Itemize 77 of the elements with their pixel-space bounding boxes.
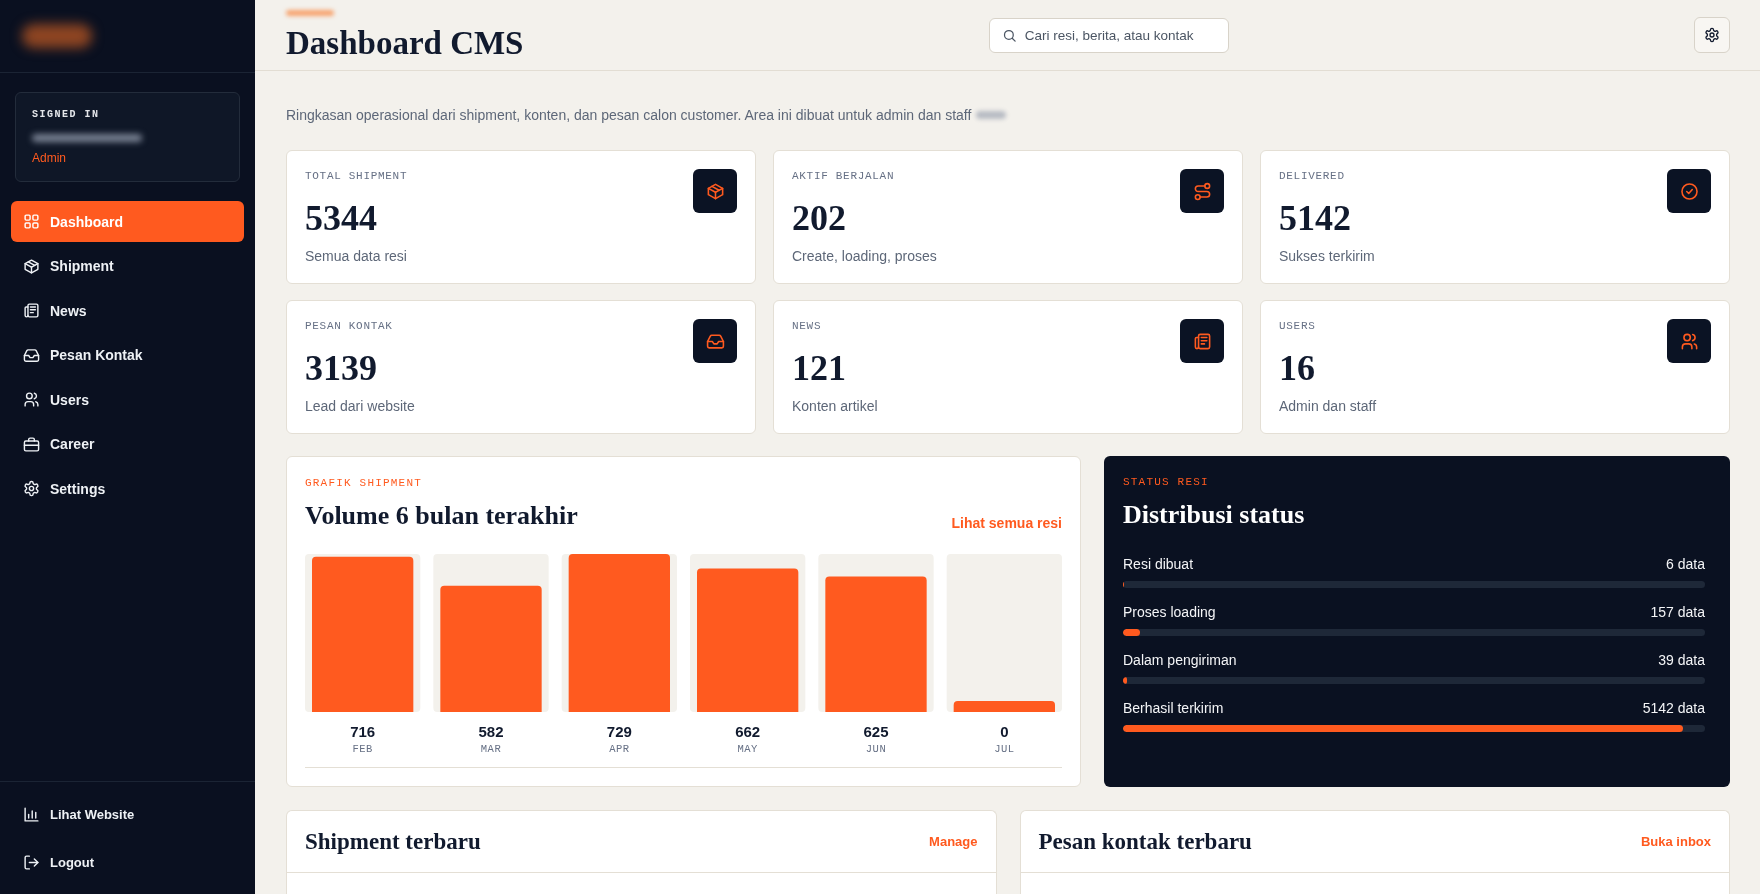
bar-value: 582 <box>478 722 504 742</box>
nav-item[interactable]: Users <box>11 379 244 420</box>
intro-text: Ringkasan operasional dari shipment, konten, dan pesan calon customer. Area ini dibuat untuk admin dan staff <box>286 106 972 125</box>
panel-title: Pesan kontak terbaru <box>1038 827 1252 856</box>
inbox-icon <box>693 319 737 363</box>
status-count: 5142 data <box>1642 699 1705 718</box>
month-label: MAY <box>737 742 758 756</box>
panel-title: Shipment terbaru <box>305 827 481 856</box>
newspaper-icon <box>23 302 40 319</box>
stat-label: PESAN KONTAK <box>305 319 393 334</box>
stat-label: USERS <box>1279 319 1316 334</box>
package-icon <box>693 169 737 213</box>
settings-icon <box>23 480 40 497</box>
stat-caption: Admin dan staff <box>1279 397 1377 416</box>
card-title: Volume 6 bulan terakhir <box>305 500 578 532</box>
nav-item[interactable]: Career <box>11 423 244 465</box>
grid-icon <box>23 213 40 230</box>
stat-value: 5142 <box>1279 198 1351 238</box>
search-field[interactable]: Cari resi, berita, atau kontak <box>988 17 1229 53</box>
blurred-logo <box>22 24 92 48</box>
stat-value: 16 <box>1279 348 1315 388</box>
status-label: Dalam pengiriman <box>1123 651 1237 670</box>
stat-value: 202 <box>792 198 846 238</box>
status-count: 6 data <box>1666 555 1705 574</box>
signed-in-label: SIGNED IN <box>32 108 100 122</box>
stat-caption: Semua data resi <box>305 247 407 266</box>
bar-value: 716 <box>350 722 376 742</box>
stat-value: 5344 <box>305 198 377 238</box>
bar-value: 625 <box>863 722 889 742</box>
status-count: 39 data <box>1658 651 1705 670</box>
section-eyebrow: STATUS RESI <box>1123 475 1209 490</box>
route-icon <box>1180 169 1224 213</box>
stat-caption: Konten artikel <box>792 397 878 416</box>
stat-label: TOTAL SHIPMENT <box>305 169 408 184</box>
footer-link[interactable]: Logout <box>11 842 244 882</box>
status-count: 157 data <box>1650 603 1705 622</box>
settings-button[interactable] <box>1694 17 1730 53</box>
settings-icon <box>1704 27 1720 43</box>
users-icon <box>1667 319 1711 363</box>
bar-value: 729 <box>606 722 632 742</box>
inbox-icon <box>23 346 40 364</box>
logout-icon <box>23 853 40 871</box>
stat-label: DELIVERED <box>1279 169 1345 184</box>
month-label: JUL <box>994 742 1015 756</box>
nav-item[interactable]: News <box>11 290 244 331</box>
month-label: MAR <box>480 742 502 756</box>
stat-label: NEWS <box>792 319 822 334</box>
newspaper-icon <box>1180 319 1224 363</box>
bar-value: 662 <box>735 722 761 742</box>
status-label: Resi dibuat <box>1123 555 1194 574</box>
briefcase-icon <box>23 435 40 453</box>
nav-item[interactable]: Pesan Kontak <box>11 334 244 376</box>
nav-item[interactable]: Shipment <box>11 245 244 287</box>
status-label: Proses loading <box>1123 603 1216 622</box>
role-label: Admin <box>32 150 66 166</box>
section-eyebrow: GRAFIK SHIPMENT <box>305 476 423 491</box>
stat-value: 3139 <box>305 348 377 388</box>
stat-label: AKTIF BERJALAN <box>792 169 895 184</box>
package-icon <box>23 257 40 275</box>
bar-chart-icon <box>23 805 40 823</box>
page-title: Dashboard CMS <box>286 24 524 61</box>
month-label: FEB <box>352 742 373 756</box>
card-title: Distribusi status <box>1123 499 1305 531</box>
month-label: JUN <box>865 742 887 756</box>
stat-value: 121 <box>792 348 846 388</box>
nav-item[interactable]: Settings <box>11 468 244 509</box>
month-label: APR <box>609 742 630 756</box>
status-label: Berhasil terkirim <box>1123 699 1224 718</box>
blurred-text <box>976 111 1007 119</box>
users-icon <box>23 391 40 408</box>
footer-link[interactable]: Lihat Website <box>11 794 244 834</box>
stat-caption: Create, loading, proses <box>792 247 937 266</box>
bar-value: 0 <box>1000 722 1009 742</box>
stat-caption: Lead dari website <box>305 397 415 416</box>
blurred-label <box>286 9 334 16</box>
stat-caption: Sukses terkirim <box>1279 247 1375 266</box>
search-icon <box>1001 27 1017 43</box>
